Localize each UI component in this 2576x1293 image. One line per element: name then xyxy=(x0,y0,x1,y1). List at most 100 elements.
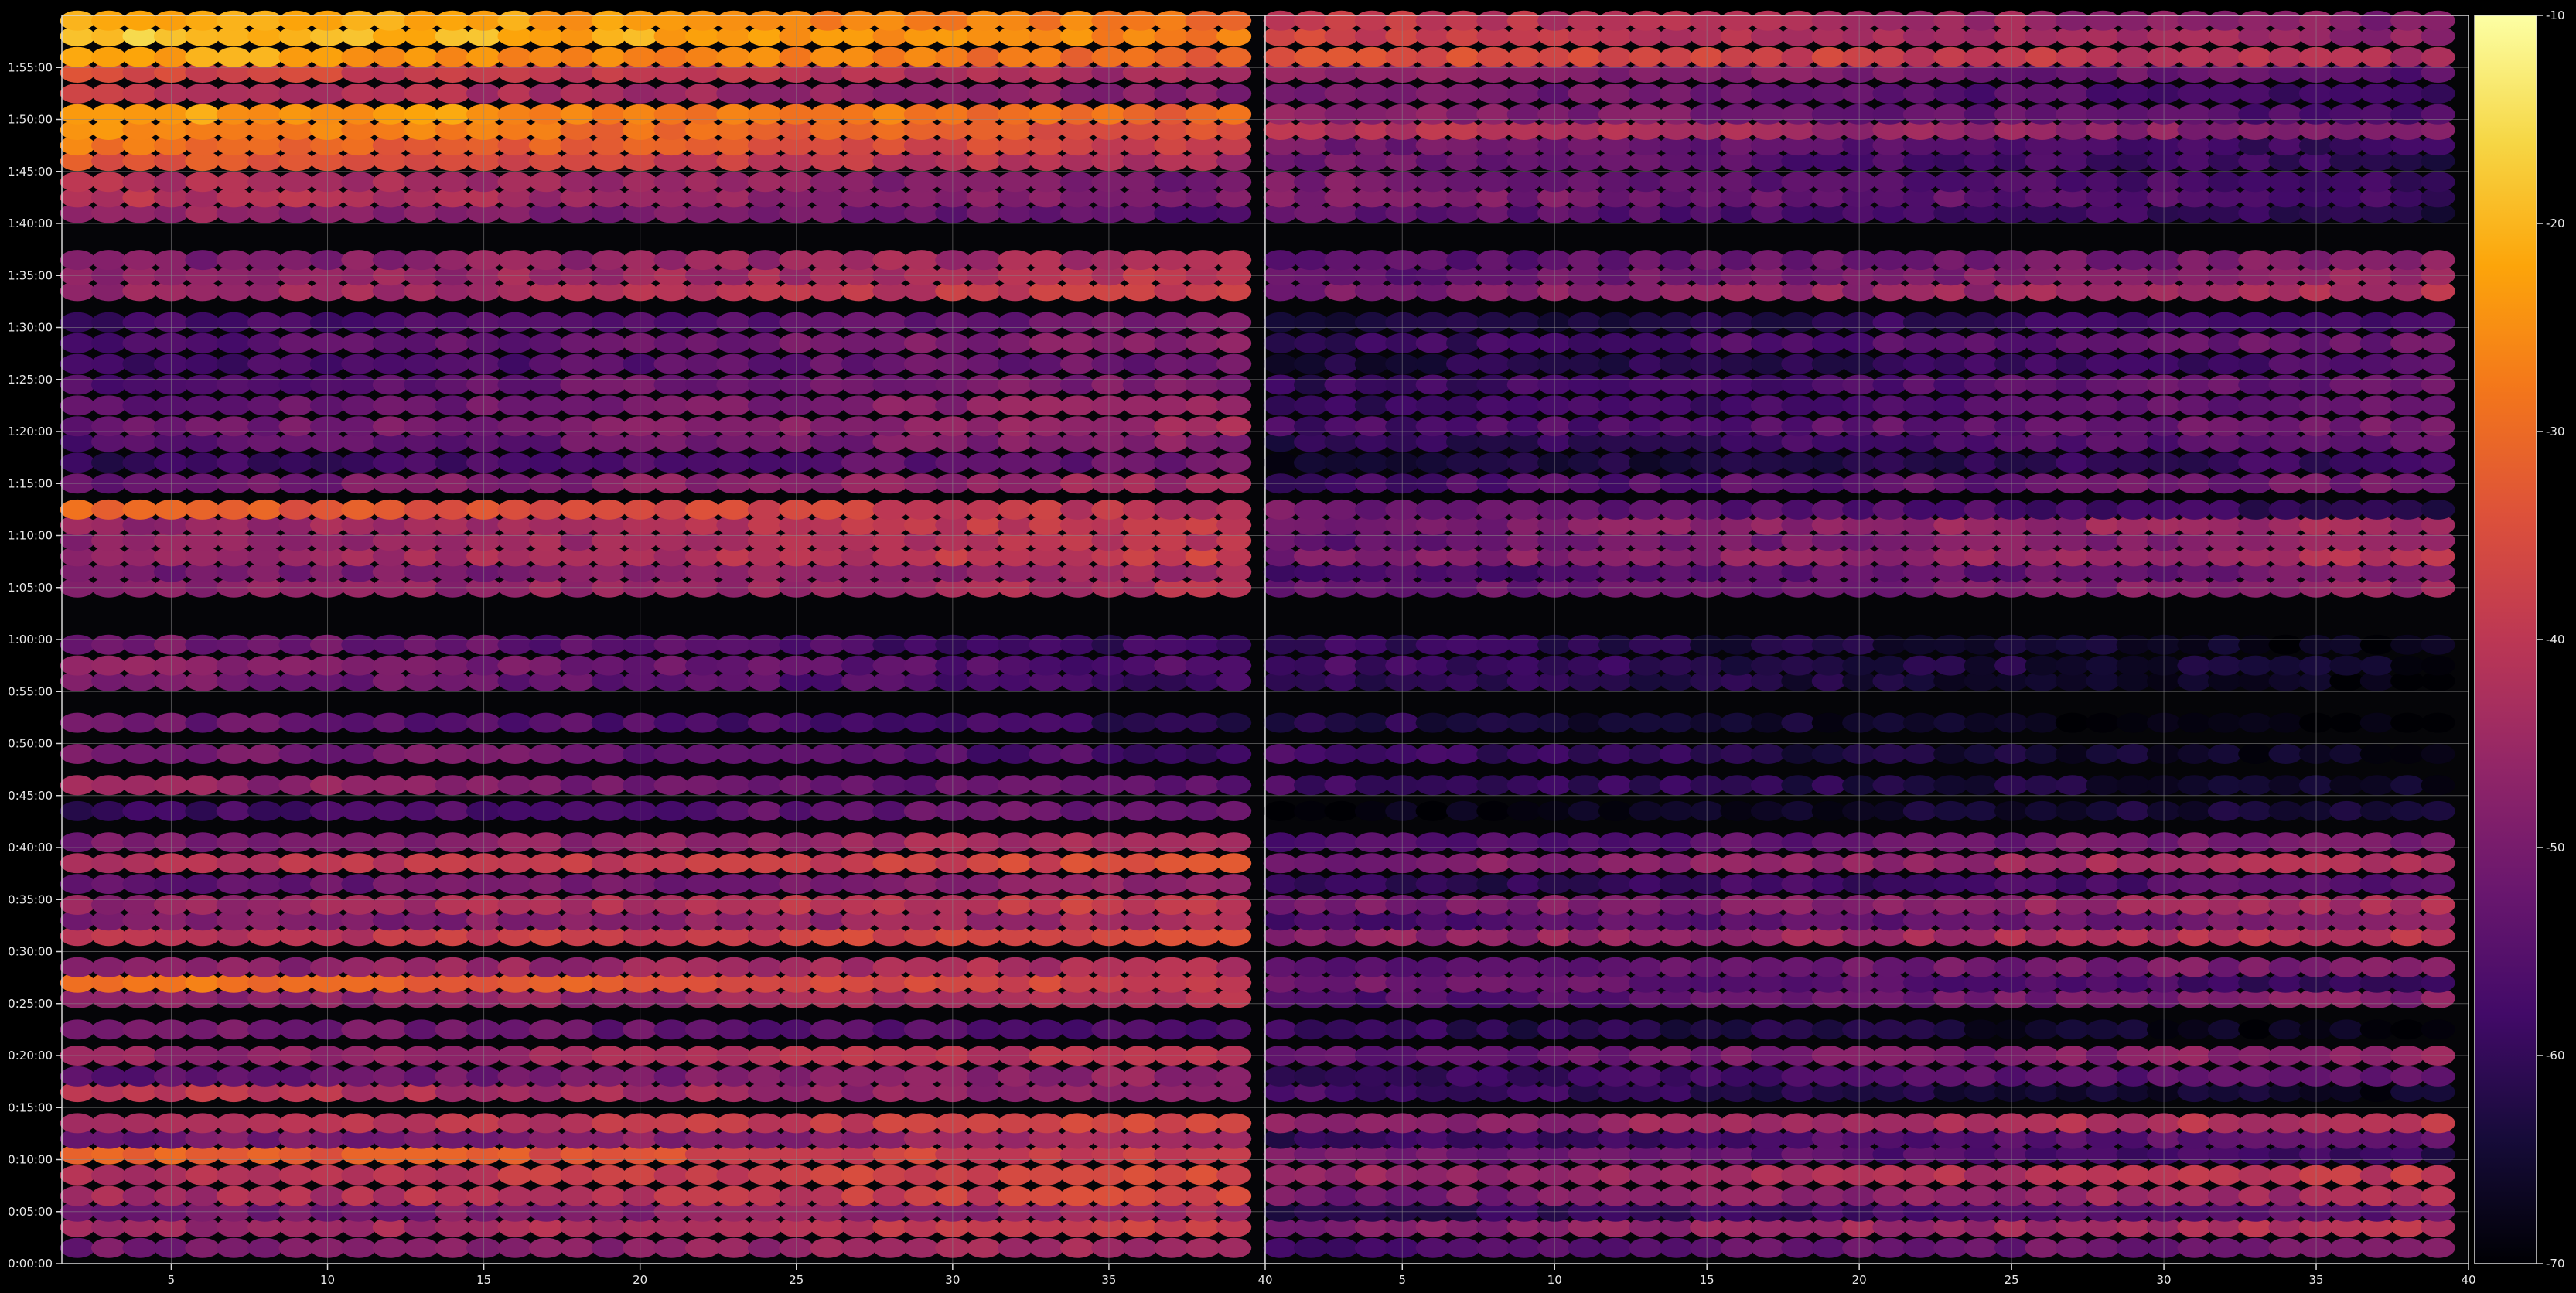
heatmap-cell xyxy=(91,1186,127,1206)
heatmap-cell xyxy=(1263,853,1298,874)
heatmap-cell xyxy=(435,374,470,395)
heatmap-cell xyxy=(747,46,783,67)
heatmap-cell xyxy=(966,374,1001,395)
heatmap-cell xyxy=(1059,1066,1096,1087)
heatmap-cell xyxy=(1446,800,1481,821)
heatmap-cell xyxy=(435,655,470,676)
heatmap-cell xyxy=(2421,172,2455,193)
heatmap-cell xyxy=(1059,499,1096,520)
heatmap-cell xyxy=(1506,395,1541,416)
heatmap-cell xyxy=(1902,775,1937,796)
y-tick-label: 0:00:00 xyxy=(8,1257,53,1271)
heatmap-cell xyxy=(1811,312,1846,333)
heatmap-cell xyxy=(1598,1113,1633,1134)
heatmap-cell xyxy=(2177,172,2212,193)
heatmap-cell xyxy=(1415,744,1450,764)
heatmap-cell xyxy=(435,10,470,31)
heatmap-cell xyxy=(591,1237,626,1258)
heatmap-cell xyxy=(122,895,158,915)
heatmap-cell xyxy=(2421,712,2455,733)
heatmap-cell xyxy=(247,712,283,733)
heatmap-cell xyxy=(2390,832,2425,853)
heatmap-cell xyxy=(1059,1019,1096,1040)
heatmap-cell xyxy=(2268,775,2303,796)
heatmap-cell xyxy=(216,10,251,31)
heatmap-cell xyxy=(278,83,314,104)
heatmap-cell xyxy=(1029,800,1064,821)
heatmap-cell xyxy=(2268,1237,2303,1258)
heatmap-cell xyxy=(684,452,721,473)
heatmap-cell xyxy=(1446,374,1481,395)
heatmap-cell xyxy=(841,800,877,821)
heatmap-cell xyxy=(1902,312,1937,333)
heatmap-cell xyxy=(1216,416,1252,437)
heatmap-cell xyxy=(404,499,439,520)
heatmap-cell xyxy=(591,1186,626,1206)
heatmap-cell xyxy=(966,1186,1001,1206)
heatmap-cell xyxy=(1902,1113,1937,1134)
heatmap-cell xyxy=(810,874,845,895)
heatmap-cell xyxy=(747,395,783,416)
heatmap-cell xyxy=(2055,800,2090,821)
heatmap-cell xyxy=(185,333,220,353)
heatmap-cell xyxy=(1324,853,1359,874)
heatmap-cell xyxy=(1122,312,1158,333)
heatmap-cell xyxy=(1294,312,1329,333)
heatmap-cell xyxy=(966,957,1001,977)
heatmap-cell xyxy=(2055,655,2090,676)
heatmap-cell xyxy=(1506,104,1541,125)
heatmap-cell xyxy=(747,10,783,31)
heatmap-cell xyxy=(2421,250,2455,271)
heatmap-cell xyxy=(2359,853,2394,874)
heatmap-cell xyxy=(653,853,689,874)
heatmap-cell xyxy=(372,395,408,416)
heatmap-cell xyxy=(185,353,220,374)
heatmap-cell xyxy=(1294,395,1329,416)
heatmap-cell xyxy=(1185,46,1220,67)
heatmap-cell xyxy=(122,832,158,853)
heatmap-cell xyxy=(998,10,1033,31)
heatmap-cell xyxy=(2177,333,2212,353)
heatmap-cell xyxy=(653,452,689,473)
heatmap-cell xyxy=(2055,957,2090,977)
heatmap-cell xyxy=(841,104,877,125)
heatmap-cell xyxy=(1415,83,1450,104)
heatmap-cell xyxy=(1476,712,1511,733)
heatmap-cell xyxy=(2177,1186,2212,1206)
heatmap-cell xyxy=(2268,832,2303,853)
heatmap-cell xyxy=(1720,1113,1755,1134)
heatmap-cell xyxy=(903,957,939,977)
heatmap-cell xyxy=(1598,1237,1633,1258)
heatmap-cell xyxy=(247,832,283,853)
heatmap-cell xyxy=(2116,10,2151,31)
heatmap-cell xyxy=(2390,957,2425,977)
heatmap-cell xyxy=(216,712,251,733)
heatmap-cell xyxy=(497,1237,533,1258)
heatmap-cell xyxy=(1811,46,1846,67)
heatmap-cell xyxy=(60,775,95,796)
heatmap-cell xyxy=(2025,250,2059,271)
heatmap-cell xyxy=(2238,832,2273,853)
x-tick-label: 40 xyxy=(1257,1273,1272,1287)
heatmap-cell xyxy=(2238,1113,2273,1134)
heatmap-cell xyxy=(2359,957,2394,977)
heatmap-cell xyxy=(2116,1113,2151,1134)
heatmap-cell xyxy=(560,250,595,271)
heatmap-cell xyxy=(2207,10,2242,31)
heatmap-cell xyxy=(2086,499,2121,520)
heatmap-cell xyxy=(1933,800,1968,821)
heatmap-cell xyxy=(2329,895,2364,915)
heatmap-cell xyxy=(2238,395,2273,416)
heatmap-cell xyxy=(185,832,220,853)
x-tick-label: 5 xyxy=(1398,1273,1406,1287)
heatmap-cell xyxy=(1629,499,1663,520)
heatmap-cell xyxy=(404,312,439,333)
heatmap-cell xyxy=(2086,353,2121,374)
heatmap-cell xyxy=(2207,775,2242,796)
heatmap-cell xyxy=(91,333,127,353)
heatmap-cell xyxy=(1294,416,1329,437)
heatmap-cell xyxy=(1294,775,1329,796)
heatmap-cell xyxy=(216,655,251,676)
heatmap-cell xyxy=(435,1113,470,1134)
heatmap-cell xyxy=(1811,744,1846,764)
